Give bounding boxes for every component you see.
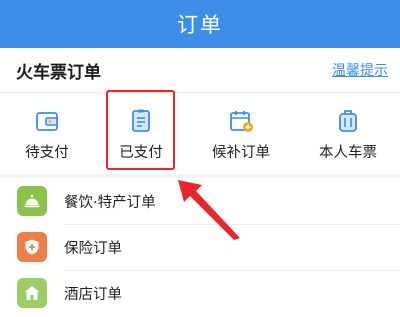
wallet-icon [36, 112, 58, 131]
list-item-hotel-orders[interactable]: 酒店订单 [0, 270, 400, 316]
list-item-label: 餐饮·特产订单 [64, 194, 156, 211]
page-title: 订单 [177, 13, 223, 37]
entry-label: 候补订单 [212, 145, 270, 161]
highlight-box [106, 90, 175, 170]
divider [0, 92, 400, 93]
waitlist-orders-button[interactable]: 候补订单 [201, 108, 281, 164]
shield-icon [17, 232, 47, 262]
my-tickets-button[interactable]: 本人车票 [308, 108, 388, 164]
train-orders-card: 火车票订单 温馨提示 待支付 已支付 候补订单 本人车票 [0, 48, 400, 174]
hotel-icon [17, 278, 47, 308]
app-header: 订单 [0, 0, 400, 48]
section-title: 火车票订单 [16, 63, 101, 83]
pending-payment-button[interactable]: 待支付 [7, 108, 87, 164]
tips-link[interactable]: 温馨提示 [332, 60, 388, 80]
food-cloche-icon [17, 186, 47, 216]
entry-label: 本人车票 [319, 145, 377, 161]
list-item-label: 保险订单 [64, 240, 122, 257]
other-orders-list: 餐饮·特产订单 保险订单 酒店订单 [0, 178, 400, 317]
list-item-food-orders[interactable]: 餐饮·特产订单 [0, 178, 400, 224]
list-item-label: 酒店订单 [64, 286, 122, 303]
luggage-icon [339, 110, 357, 132]
entry-label: 待支付 [25, 145, 69, 161]
calendar-add-icon [230, 111, 253, 132]
list-item-insurance-orders[interactable]: 保险订单 [0, 224, 400, 270]
